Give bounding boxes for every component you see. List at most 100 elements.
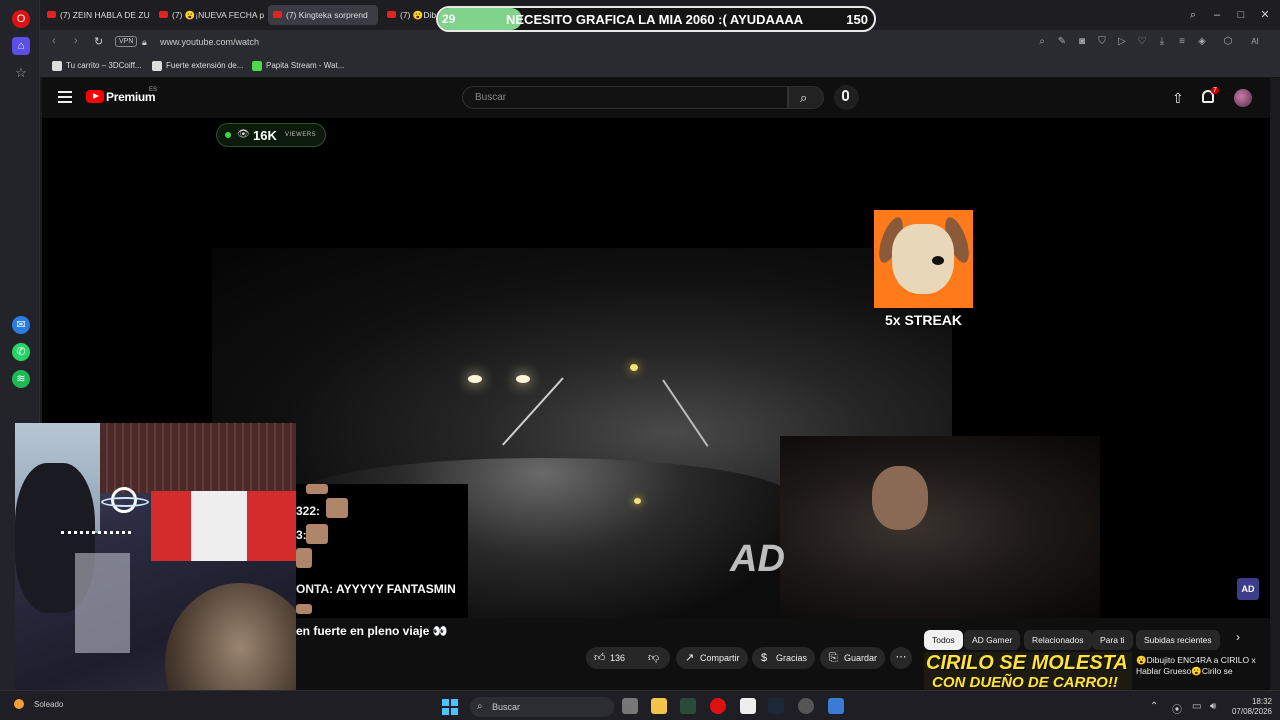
reaction-camera-overlay — [780, 436, 1100, 618]
tab-2-active[interactable]: (7) Kingteka sorprend — [268, 5, 378, 25]
chat-emote — [296, 604, 312, 614]
system-clock[interactable]: 18:32 07/08/2026 — [1226, 697, 1272, 717]
edit-icon[interactable]: ✎ — [1056, 36, 1068, 48]
url-field[interactable]: www.youtube.com/watch — [160, 37, 259, 47]
youtube-favicon-icon — [159, 11, 168, 18]
youtube-brand[interactable]: Premium — [106, 90, 156, 104]
weather-label[interactable]: Soleado — [34, 700, 63, 709]
save-button[interactable]: ⎘ Guardar — [820, 647, 886, 669]
share-icon: ↗ — [685, 652, 695, 664]
chip-related[interactable]: Relacionados — [1024, 630, 1092, 650]
upload-icon[interactable]: ⇧ — [1172, 90, 1184, 107]
avatar[interactable] — [1234, 89, 1252, 107]
vpn-badge[interactable]: VPN — [115, 36, 138, 47]
maximize-icon[interactable]: □ — [1234, 8, 1248, 22]
chevron-right-icon[interactable]: › — [1236, 630, 1240, 644]
chevron-up-icon[interactable]: ⌃ — [1150, 701, 1158, 712]
microphone-icon — [842, 90, 849, 101]
live-dot — [225, 132, 231, 138]
region-code: ES — [149, 87, 158, 93]
app-icon[interactable] — [680, 698, 696, 714]
streak-dog-image — [874, 210, 974, 308]
microphone-icon[interactable]: ⦿ — [1172, 701, 1182, 716]
bookmark-favicon-icon — [152, 61, 162, 71]
youtube-logo-icon[interactable] — [86, 90, 104, 103]
youtube-favicon-icon — [47, 11, 56, 18]
chat-line: 322: — [296, 504, 321, 518]
chip-recent-uploads[interactable]: Subidas recientes — [1136, 630, 1220, 650]
close-icon[interactable]: ✕ — [1258, 8, 1272, 22]
taskbar-search[interactable]: ⌕ Buscar — [470, 697, 614, 717]
tab-label: (7) Kingteka sorprend — [286, 10, 368, 20]
dislike-button[interactable]: 👎︎ — [648, 647, 659, 669]
channel-mini-logo[interactable]: AD — [1237, 578, 1259, 600]
bookmark-1[interactable]: Fuerte extensión de... — [152, 61, 243, 71]
messenger-icon[interactable]: ✉ — [12, 316, 30, 334]
heart-icon[interactable]: ♡ — [1136, 36, 1148, 48]
reload-icon[interactable]: ↻ — [94, 35, 103, 48]
back-icon[interactable]: ‹ — [52, 35, 56, 47]
wallet-icon[interactable]: ◈ — [1196, 36, 1208, 48]
start-button[interactable] — [442, 699, 458, 715]
opera-browser-icon[interactable] — [710, 698, 726, 714]
thanks-icon: $ — [761, 652, 768, 664]
star-icon[interactable]: ☆ — [12, 64, 30, 82]
thumbs-down-icon: 👎︎ — [648, 652, 660, 664]
viewers-count: 16K — [253, 128, 277, 143]
saturn-ring — [101, 497, 149, 507]
lock-icon: 🔒︎ — [142, 37, 147, 47]
chip-all[interactable]: Todos — [924, 630, 963, 650]
menu-icon[interactable]: ≡ — [1176, 36, 1188, 48]
volume-icon[interactable]: 🔊︎ — [1210, 701, 1216, 712]
ai-button[interactable]: AI — [1240, 36, 1270, 48]
tab-0[interactable]: (7) ZEIN HABLA DE ZULLY — [42, 5, 150, 25]
minimize-icon[interactable]: – — [1210, 8, 1224, 22]
bookmark-icon: ⎘ — [829, 652, 838, 664]
bookmark-favicon-icon — [52, 61, 62, 71]
chat-line: 3: — [296, 528, 307, 542]
search-tabs-icon[interactable]: ⌕ — [1186, 8, 1200, 22]
streak-label: 5x STREAK — [884, 312, 963, 328]
display-icon[interactable]: ▭ — [1192, 701, 1201, 712]
forward-icon[interactable]: › — [74, 35, 78, 47]
related-video-thumbnail[interactable]: CIRILO SE MOLESTA CON DUEÑO DE CARRO!! — [924, 652, 1132, 690]
play-icon[interactable]: ▷ — [1116, 36, 1128, 48]
thanks-button[interactable]: $ Gracias — [752, 647, 816, 669]
spotify-icon[interactable]: ≋ — [12, 370, 30, 388]
camera-icon[interactable]: ◙ — [1076, 36, 1088, 48]
tab-3[interactable]: (7) 😮Dibu — [382, 5, 436, 25]
bookmark-2[interactable]: Papita Stream - Wat... — [252, 61, 344, 71]
extensions-icon[interactable]: ⬡ — [1222, 36, 1234, 48]
like-button[interactable]: 👍︎ 136 — [594, 647, 625, 669]
more-actions-button[interactable]: ⋯ — [890, 647, 912, 669]
search-icon[interactable]: ⌕ — [1036, 36, 1048, 48]
tab-label: (7) 😮¡NUEVA FECHA para — [172, 10, 264, 20]
home-icon[interactable]: ⌂ — [12, 37, 30, 55]
bookmark-0[interactable]: Tu carrito – 3DCoiff... — [52, 61, 142, 71]
donation-count: 29 — [442, 12, 456, 26]
like-dislike-group: 👍︎ 136 👎︎ — [586, 647, 670, 669]
voice-search-button[interactable] — [834, 85, 859, 110]
chip-for-you[interactable]: Para ti — [1092, 630, 1133, 650]
related-video-title[interactable]: 😮Dibujito ENC4RA a CIRILO x Hablar Grues… — [1136, 655, 1266, 677]
share-button[interactable]: ↗ Compartir — [676, 647, 748, 669]
peru-flag — [151, 491, 191, 561]
download-icon[interactable]: ⤓ — [1156, 36, 1168, 48]
chat-emote — [296, 548, 312, 568]
task-view-icon[interactable] — [622, 698, 638, 714]
steam-icon[interactable] — [768, 698, 784, 714]
opera-logo-icon[interactable]: O — [12, 10, 30, 28]
settings-icon[interactable] — [828, 698, 844, 714]
app-icon[interactable] — [798, 698, 814, 714]
chip-ad-gamer[interactable]: AD Gamer — [964, 630, 1021, 650]
notes-app-icon[interactable] — [740, 698, 756, 714]
shield-icon[interactable]: ⛉ — [1096, 36, 1108, 48]
hamburger-menu-icon[interactable] — [58, 91, 72, 103]
search-button[interactable]: ⌕ — [788, 86, 824, 109]
tab-1[interactable]: (7) 😮¡NUEVA FECHA para — [154, 5, 264, 25]
tab-label: (7) 😮Dibu — [400, 10, 436, 20]
search-input[interactable]: Buscar — [462, 86, 788, 109]
whatsapp-icon[interactable]: ✆ — [12, 343, 30, 361]
file-explorer-icon[interactable] — [651, 698, 667, 714]
dog-head — [892, 224, 954, 294]
